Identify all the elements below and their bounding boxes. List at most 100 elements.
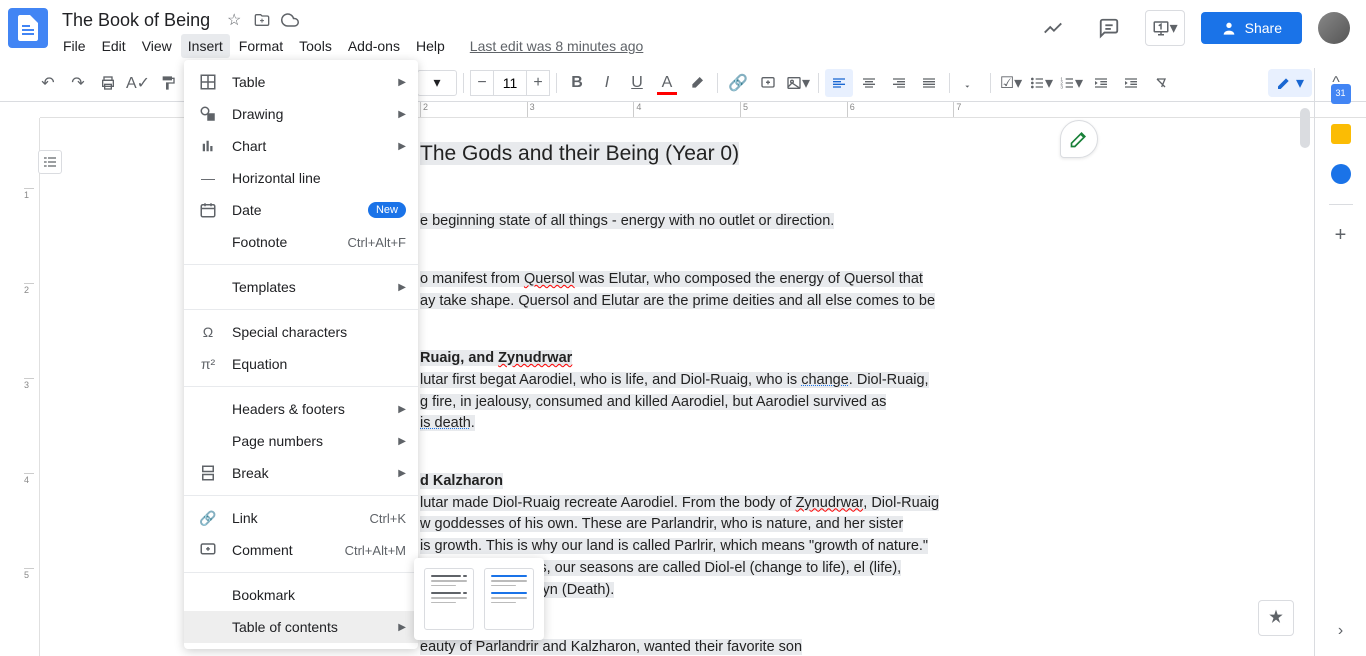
font-size-increase[interactable]: + xyxy=(526,70,550,96)
menu-file[interactable]: File xyxy=(56,34,93,58)
menu-divider xyxy=(184,572,418,573)
align-center-button[interactable] xyxy=(855,69,883,97)
insert-footnote[interactable]: FootnoteCtrl+Alt+F xyxy=(184,226,418,258)
menu-insert[interactable]: Insert xyxy=(181,34,230,58)
insert-image-button[interactable]: ▾ xyxy=(784,69,812,97)
insert-date[interactable]: DateNew xyxy=(184,194,418,226)
insert-comment[interactable]: CommentCtrl+Alt+M xyxy=(184,534,418,566)
headers-icon xyxy=(198,399,218,419)
insert-drawing[interactable]: Drawing▶ xyxy=(184,98,418,130)
insert-bookmark[interactable]: Bookmark xyxy=(184,579,418,611)
star-icon[interactable]: ☆ xyxy=(224,10,244,30)
insert-hrule[interactable]: —Horizontal line xyxy=(184,162,418,194)
chart-icon xyxy=(198,136,218,156)
insert-special-chars[interactable]: ΩSpecial characters xyxy=(184,316,418,348)
font-size-input[interactable] xyxy=(494,70,526,96)
font-size-decrease[interactable]: − xyxy=(470,70,494,96)
menu-divider xyxy=(184,309,418,310)
redo-button[interactable]: ↷ xyxy=(64,69,92,97)
line-spacing-button[interactable] xyxy=(956,69,984,97)
break-icon xyxy=(198,463,218,483)
align-left-button[interactable] xyxy=(825,69,853,97)
vertical-ruler[interactable]: 1 2 3 4 5 xyxy=(0,118,40,656)
clear-formatting-button[interactable] xyxy=(1147,69,1175,97)
keep-app-icon[interactable] xyxy=(1331,124,1351,144)
comment-icon xyxy=(198,540,218,560)
menu-view[interactable]: View xyxy=(135,34,179,58)
menu-edit[interactable]: Edit xyxy=(95,34,133,58)
insert-page-numbers[interactable]: Page numbers▶ xyxy=(184,425,418,457)
add-comment-button[interactable] xyxy=(754,69,782,97)
footnote-icon xyxy=(198,232,218,252)
heading-text[interactable]: The Gods and their Being (Year 0) xyxy=(420,142,739,165)
scrollbar-thumb[interactable] xyxy=(1300,108,1310,148)
insert-templates[interactable]: Templates▶ xyxy=(184,271,418,303)
docs-logo-icon[interactable] xyxy=(8,8,48,48)
insert-table[interactable]: Table▶ xyxy=(184,66,418,98)
svg-text:3: 3 xyxy=(1060,84,1063,89)
increase-indent-button[interactable] xyxy=(1117,69,1145,97)
calendar-app-icon[interactable]: 31 xyxy=(1331,84,1351,104)
last-edit-link[interactable]: Last edit was 8 minutes ago xyxy=(470,38,644,54)
omega-icon: Ω xyxy=(198,322,218,342)
templates-icon xyxy=(198,277,218,297)
toc-links-option[interactable] xyxy=(484,568,534,630)
menu-addons[interactable]: Add-ons xyxy=(341,34,407,58)
share-button[interactable]: Share xyxy=(1201,12,1302,44)
text-color-button[interactable]: A xyxy=(653,69,681,97)
user-avatar[interactable] xyxy=(1318,12,1350,44)
insert-link-button[interactable]: 🔗 xyxy=(724,69,752,97)
spellcheck-button[interactable]: A✓ xyxy=(124,69,152,97)
numbered-list-button[interactable]: 123▾ xyxy=(1057,69,1085,97)
add-comment-badge[interactable] xyxy=(1060,120,1098,158)
insert-break[interactable]: Break▶ xyxy=(184,457,418,489)
font-size-control: − + xyxy=(470,70,550,96)
align-justify-button[interactable] xyxy=(915,69,943,97)
align-right-button[interactable] xyxy=(885,69,913,97)
menu-help[interactable]: Help xyxy=(409,34,452,58)
italic-button[interactable]: I xyxy=(593,69,621,97)
hrule-icon: — xyxy=(198,168,218,188)
header-actions: ▾ Share xyxy=(1033,8,1350,48)
menu-format[interactable]: Format xyxy=(232,34,290,58)
highlight-button[interactable] xyxy=(683,69,711,97)
insert-link[interactable]: 🔗LinkCtrl+K xyxy=(184,502,418,534)
date-icon xyxy=(198,200,218,220)
side-panel: 31 + › xyxy=(1314,68,1366,656)
menu-tools[interactable]: Tools xyxy=(292,34,339,58)
table-icon xyxy=(198,72,218,92)
collapse-side-panel[interactable]: › xyxy=(1338,622,1343,640)
cloud-status-icon[interactable] xyxy=(280,10,300,30)
paint-format-button[interactable] xyxy=(154,69,182,97)
link-icon: 🔗 xyxy=(198,508,218,528)
decrease-indent-button[interactable] xyxy=(1087,69,1115,97)
insert-chart[interactable]: Chart▶ xyxy=(184,130,418,162)
underline-button[interactable]: U xyxy=(623,69,651,97)
bold-button[interactable]: B xyxy=(563,69,591,97)
insert-toc[interactable]: Table of contents▶ xyxy=(184,611,418,643)
bookmark-icon xyxy=(198,585,218,605)
insert-equation[interactable]: π²Equation xyxy=(184,348,418,380)
insert-headers-footers[interactable]: Headers & footers▶ xyxy=(184,393,418,425)
bullet-list-button[interactable]: ▾ xyxy=(1027,69,1055,97)
undo-button[interactable]: ↶ xyxy=(34,69,62,97)
present-button[interactable]: ▾ xyxy=(1145,10,1185,46)
menu-divider xyxy=(184,264,418,265)
font-select[interactable]: ▾ xyxy=(417,70,457,96)
analytics-icon[interactable] xyxy=(1033,8,1073,48)
checklist-button[interactable]: ☑▾ xyxy=(997,69,1025,97)
editing-mode-button[interactable]: ▾ xyxy=(1268,69,1312,97)
toc-plain-option[interactable] xyxy=(424,568,474,630)
comments-icon[interactable] xyxy=(1089,8,1129,48)
tasks-app-icon[interactable] xyxy=(1331,164,1351,184)
app-header: The Book of Being ☆ File Edit View Inser… xyxy=(0,0,1366,64)
explore-button[interactable] xyxy=(1258,600,1294,636)
menu-divider xyxy=(184,495,418,496)
menu-divider xyxy=(184,386,418,387)
print-button[interactable] xyxy=(94,69,122,97)
add-addon-button[interactable]: + xyxy=(1331,225,1351,245)
document-title[interactable]: The Book of Being xyxy=(56,8,216,33)
outline-toggle-button[interactable] xyxy=(38,150,62,174)
drawing-icon xyxy=(198,104,218,124)
move-icon[interactable] xyxy=(252,10,272,30)
